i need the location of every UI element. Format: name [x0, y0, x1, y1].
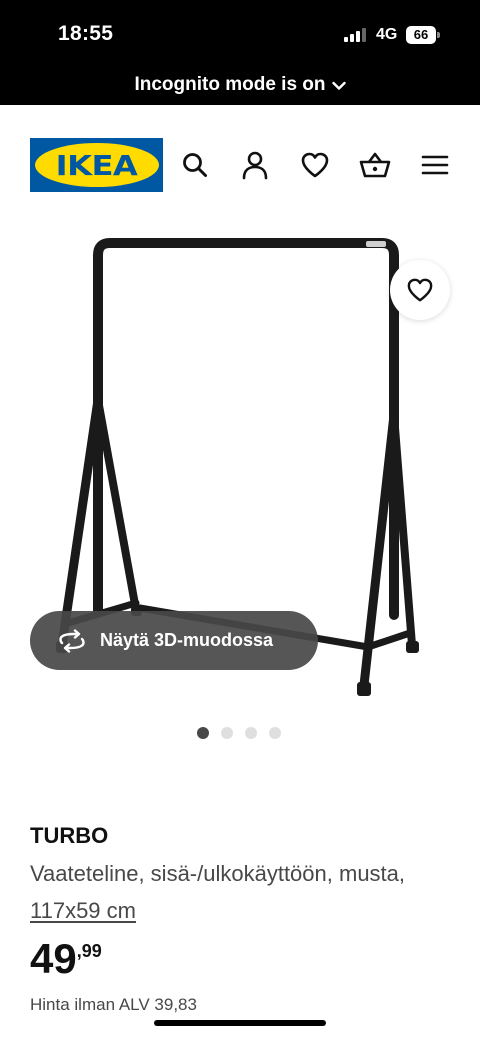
shopping-basket-icon[interactable] [359, 149, 391, 181]
incognito-text: Incognito mode is on [134, 73, 326, 95]
site-header: IKEA [0, 105, 480, 215]
carousel-dot[interactable] [197, 727, 209, 739]
carousel-dot[interactable] [269, 727, 281, 739]
carousel-dot[interactable] [221, 727, 233, 739]
network-type: 4G [376, 26, 398, 43]
product-dimensions-link[interactable]: 117x59 cm [30, 898, 136, 923]
incognito-banner[interactable]: Incognito mode is on [0, 64, 480, 105]
battery-icon: 66 [406, 26, 436, 44]
favourites-icon[interactable] [299, 149, 331, 181]
price-excl-vat: Hinta ilman ALV 39,83 [30, 995, 197, 1014]
price-integer: 49 [30, 935, 77, 982]
chevron-down-icon [331, 81, 346, 90]
image-carousel-indicator [197, 727, 281, 739]
cellular-signal-icon [344, 28, 368, 42]
home-indicator[interactable] [154, 1020, 326, 1026]
product-name: TURBO [30, 823, 109, 848]
logo-oval: IKEA [34, 143, 159, 187]
status-bar: 18:55 4G 66 [0, 0, 480, 64]
carousel-dot[interactable] [245, 727, 257, 739]
status-time: 18:55 [58, 22, 114, 45]
battery-level: 66 [413, 27, 429, 42]
price-decimal: ,99 [76, 941, 102, 961]
add-to-favourites-button[interactable] [390, 260, 450, 320]
menu-icon[interactable] [419, 149, 451, 181]
logo-text: IKEA [55, 148, 138, 182]
product-price: 49 ,99 [30, 935, 102, 983]
product-description-text: Vaateteline, sisä-/ulkokäyttöön, musta, [30, 861, 406, 886]
battery-tip [437, 32, 440, 38]
view-3d-button[interactable]: Näytä 3D-muodossa [30, 611, 318, 670]
rotate-3d-icon [59, 628, 85, 653]
product-description: Vaateteline, sisä-/ulkokäyttöön, musta, … [30, 855, 430, 929]
search-icon[interactable] [179, 149, 211, 181]
account-icon[interactable] [239, 149, 271, 181]
view-3d-label: Näytä 3D-muodossa [100, 630, 274, 650]
heart-icon [407, 278, 433, 302]
ikea-logo[interactable]: IKEA [30, 138, 163, 192]
